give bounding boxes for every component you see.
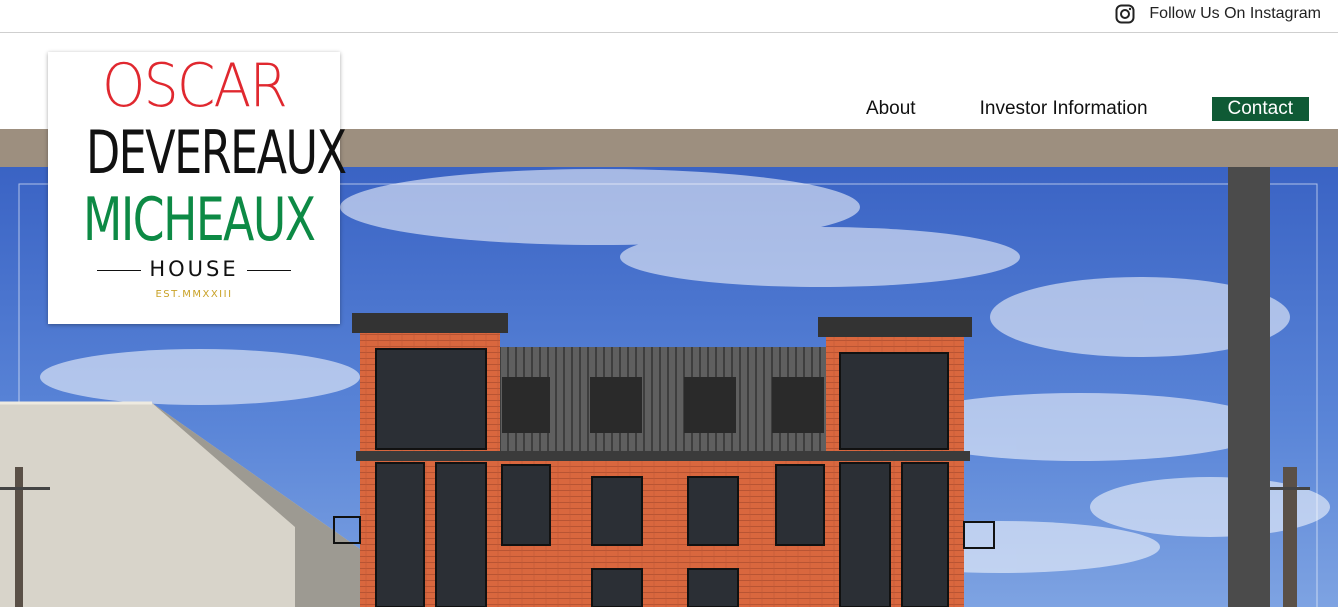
logo-line-house: HOUSE: [48, 259, 340, 280]
logo[interactable]: OSCAR DEVEREAUX MICHEAUX HOUSE EST.MMXXI…: [48, 51, 347, 324]
logo-line-devereaux: DEVEREAUX: [85, 118, 347, 188]
main-nav: About Investor Information Contact: [866, 97, 1309, 121]
logo-rule-left: [97, 269, 142, 271]
logo-house-text: HOUSE: [149, 257, 239, 281]
logo-line-established: EST.MMXXIII: [155, 289, 233, 300]
logo-line-micheaux: MICHEAUX: [83, 185, 316, 255]
nav-about[interactable]: About: [866, 98, 916, 120]
logo-line-oscar: OSCAR: [102, 51, 288, 121]
instagram-label: Follow Us On Instagram: [1149, 5, 1321, 22]
logo-rule-right: [246, 269, 291, 271]
top-bar: Follow Us On Instagram: [0, 0, 1338, 33]
instagram-icon: [1115, 4, 1135, 24]
nav-contact-button[interactable]: Contact: [1211, 97, 1309, 121]
nav-investor-information[interactable]: Investor Information: [980, 98, 1148, 120]
instagram-link[interactable]: Follow Us On Instagram: [1115, 4, 1321, 24]
